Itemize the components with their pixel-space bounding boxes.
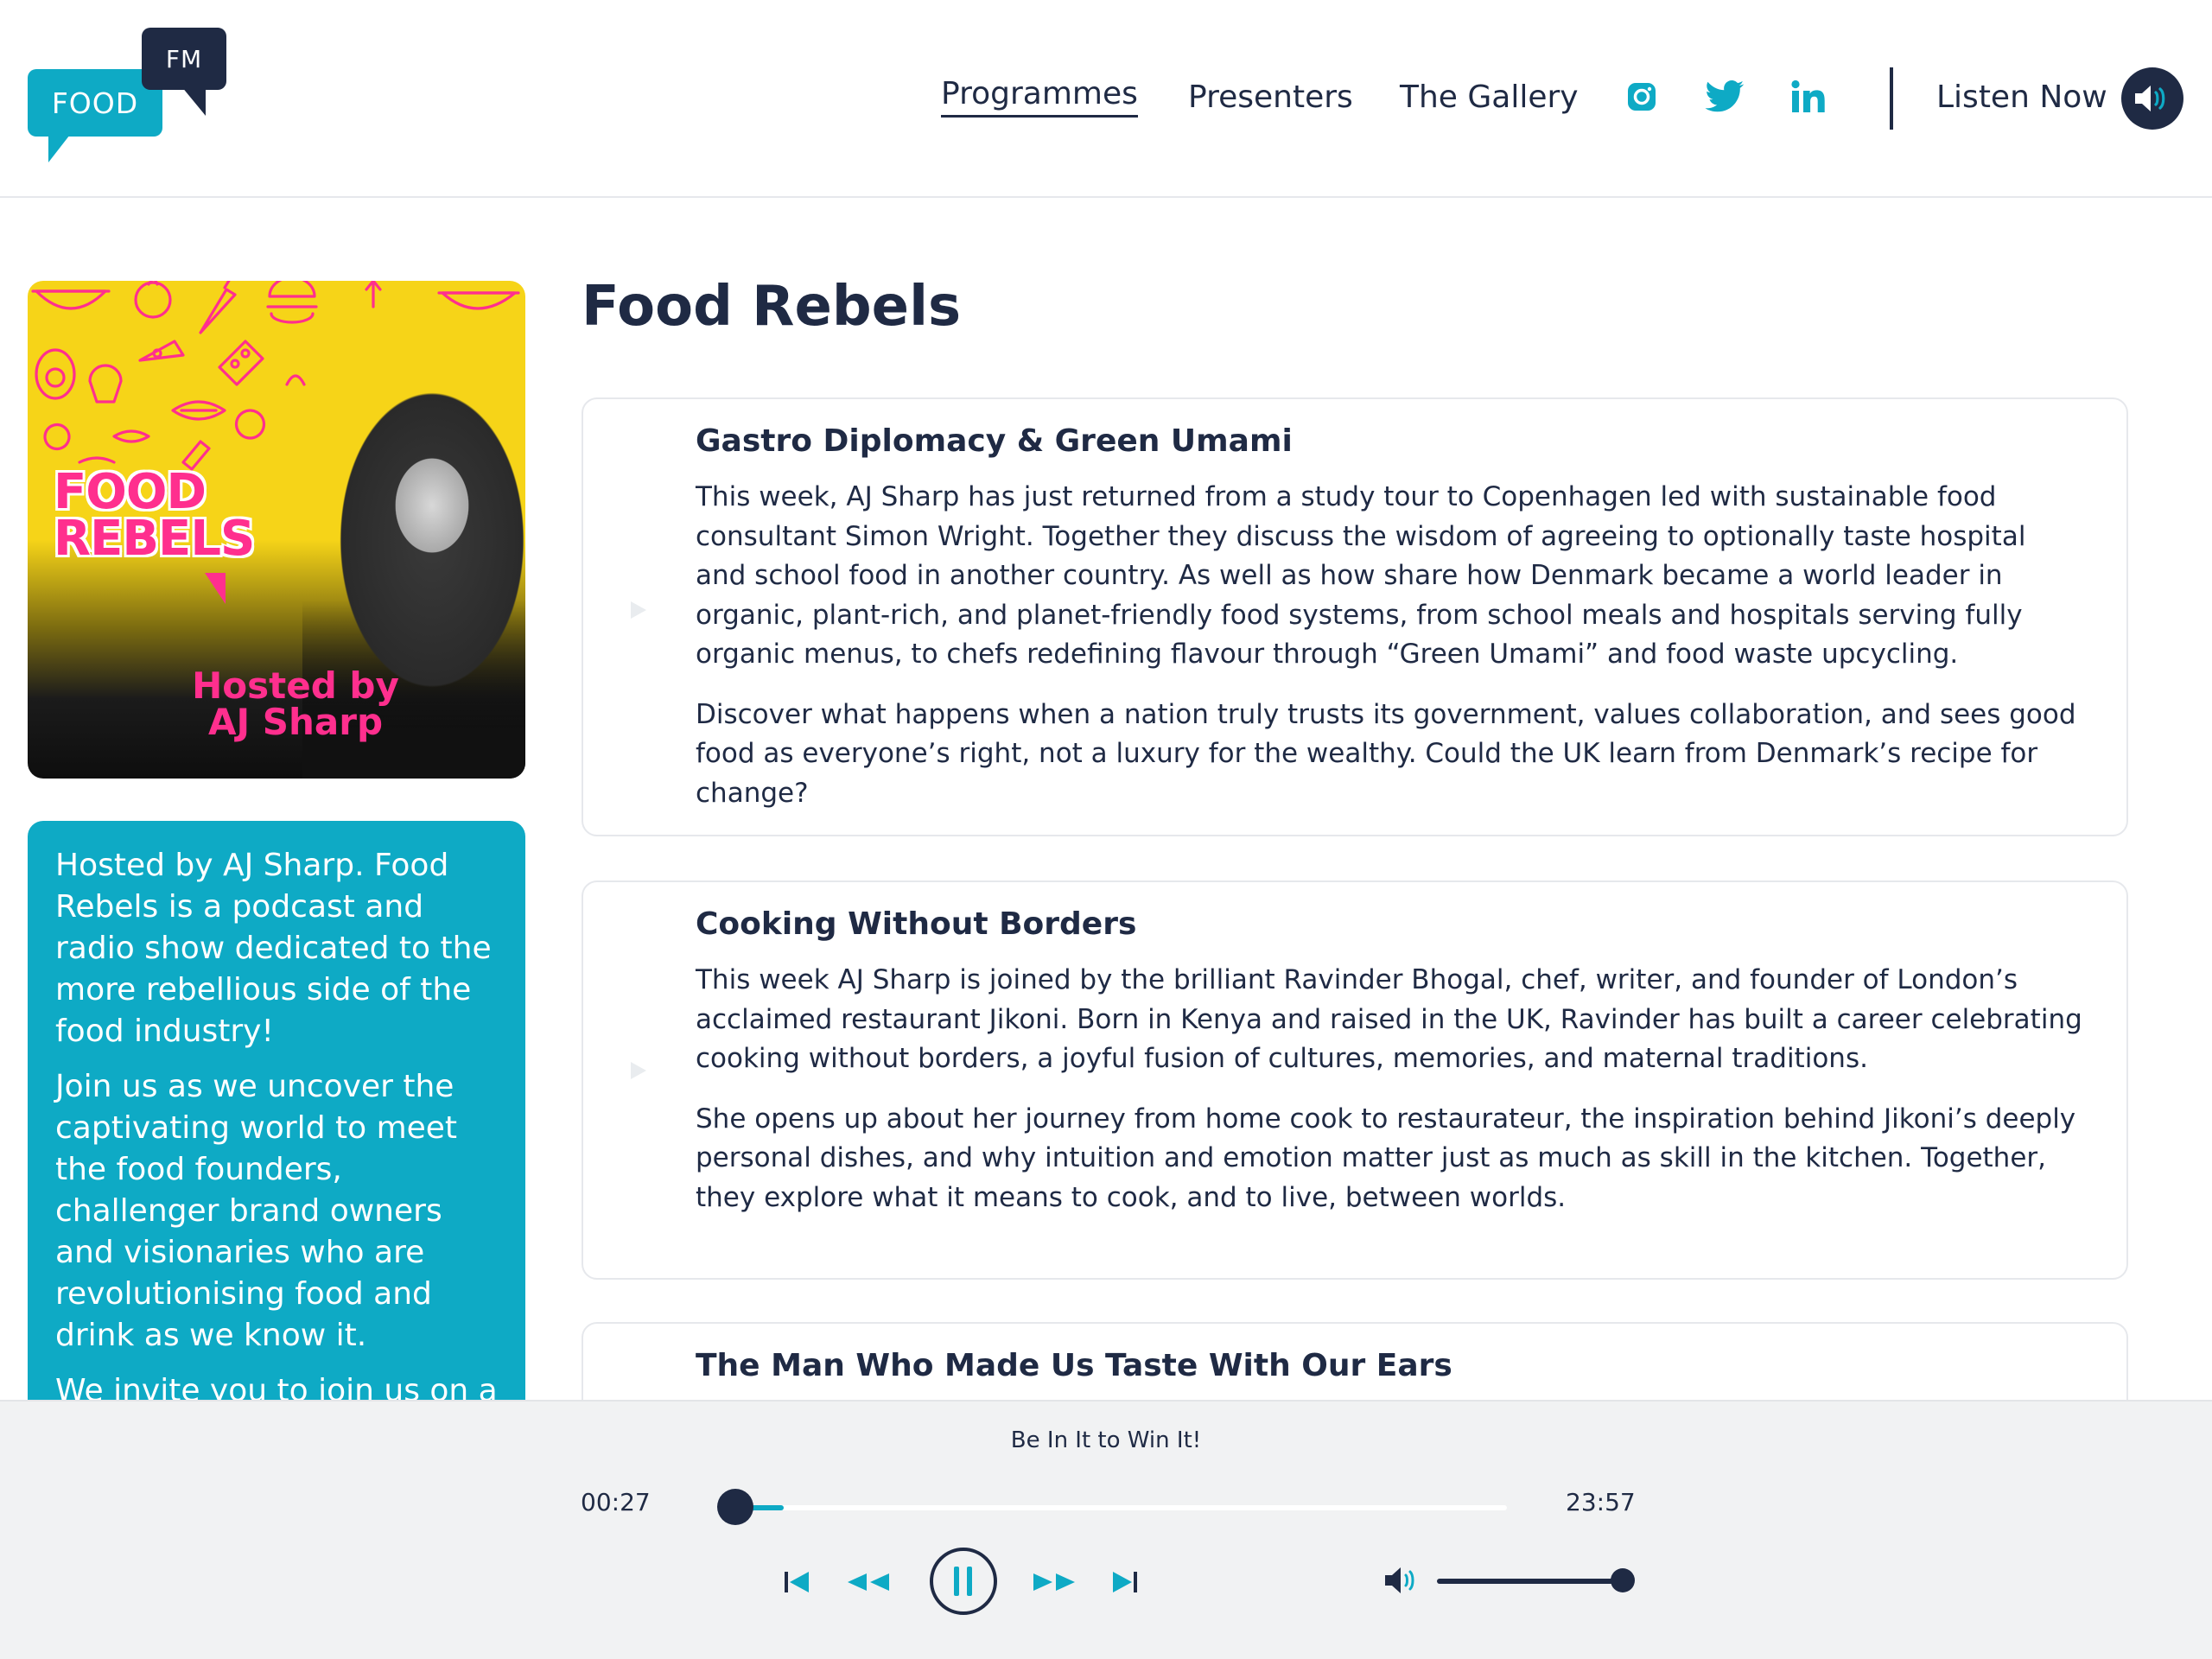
show-cover-art: FOOD REBELS Hosted by AJ Sharp <box>28 281 525 779</box>
linkedin-icon[interactable] <box>1787 76 1828 118</box>
progress-bar[interactable] <box>717 1489 1507 1525</box>
episode-description: This week, AJ Sharp has just returned fr… <box>696 481 2026 670</box>
play-icon[interactable] <box>626 598 651 622</box>
skip-previous-button[interactable] <box>778 1563 816 1601</box>
episode-description: This week AJ Sharp is joined by the bril… <box>696 964 2082 1074</box>
cover-title-bubble-tail <box>205 573 226 604</box>
skip-previous-icon <box>785 1572 809 1592</box>
play-icon[interactable] <box>626 1058 651 1083</box>
episode-title[interactable]: Cooking Without Borders <box>696 906 2083 942</box>
episode-description: She opens up about her journey from home… <box>696 1103 2076 1213</box>
pause-icon <box>954 1567 972 1596</box>
show-description-paragraph: Join us as we uncover the captivating wo… <box>55 1069 458 1353</box>
cover-title-line-1: FOOD <box>54 464 207 520</box>
episode-description: Discover what happens when a nation trul… <box>696 698 2076 809</box>
page-title: Food Rebels <box>582 275 962 339</box>
cover-host-line-2: AJ Sharp <box>207 701 384 743</box>
cover-host-credit: Hosted by AJ Sharp <box>166 668 425 741</box>
rewind-icon <box>848 1573 889 1591</box>
now-playing-title: Be In It to Win It! <box>1010 1427 1202 1453</box>
fast-forward-button[interactable] <box>1028 1563 1080 1601</box>
cover-host-line-1: Hosted by <box>192 664 399 707</box>
speaker-icon <box>2135 86 2165 111</box>
cover-title-line-2: REBELS <box>54 511 255 567</box>
volume-slider[interactable] <box>1437 1568 1635 1592</box>
skip-next-button[interactable] <box>1106 1563 1144 1601</box>
episode-title[interactable]: Gastro Diplomacy & Green Umami <box>696 423 2083 459</box>
show-description-paragraph: Hosted by AJ Sharp. Food Rebels is a pod… <box>55 848 492 1049</box>
progress-handle[interactable] <box>717 1489 754 1525</box>
twitter-icon[interactable] <box>1704 76 1745 118</box>
instagram-icon[interactable] <box>1621 76 1662 118</box>
volume-handle[interactable] <box>1611 1568 1635 1592</box>
cover-show-title: FOOD REBELS <box>54 464 304 567</box>
fast-forward-icon <box>1033 1573 1075 1591</box>
nav-item-presenters[interactable]: Presenters <box>1188 71 1353 123</box>
logo-fm-bubble-tail <box>181 86 206 116</box>
show-description-panel: Hosted by AJ Sharp. Food Rebels is a pod… <box>28 821 525 1426</box>
listen-now-button[interactable] <box>2121 67 2183 130</box>
nav-item-programmes[interactable]: Programmes <box>941 71 1138 123</box>
current-time: 00:27 <box>581 1488 651 1516</box>
site-header: FOOD FM Programmes Presenters The Galler… <box>0 0 2212 198</box>
skip-next-icon <box>1113 1572 1137 1592</box>
nav-item-gallery[interactable]: The Gallery <box>1400 71 1579 123</box>
rewind-button[interactable] <box>842 1563 894 1601</box>
logo-food-bubble-tail <box>48 131 73 162</box>
nav-link-programmes[interactable]: Programmes <box>941 76 1138 118</box>
food-fm-logo[interactable]: FOOD FM <box>28 26 235 173</box>
nav-divider <box>1890 67 1893 130</box>
nav-link-presenters[interactable]: Presenters <box>1188 79 1353 115</box>
listen-now-label[interactable]: Listen Now <box>1936 71 2107 123</box>
episode-card[interactable]: Cooking Without Borders This week AJ Sha… <box>582 880 2128 1280</box>
audio-player-bar: Be In It to Win It! 00:27 23:57 <box>0 1400 2212 1659</box>
nav-link-gallery[interactable]: The Gallery <box>1400 79 1579 115</box>
logo-fm-bubble: FM <box>142 28 226 90</box>
volume-icon[interactable] <box>1381 1561 1424 1599</box>
pause-button[interactable] <box>930 1548 997 1615</box>
total-time: 23:57 <box>1566 1488 1636 1516</box>
episode-title[interactable]: The Man Who Made Us Taste With Our Ears <box>696 1348 2083 1383</box>
episode-card[interactable]: Gastro Diplomacy & Green Umami This week… <box>582 397 2128 836</box>
